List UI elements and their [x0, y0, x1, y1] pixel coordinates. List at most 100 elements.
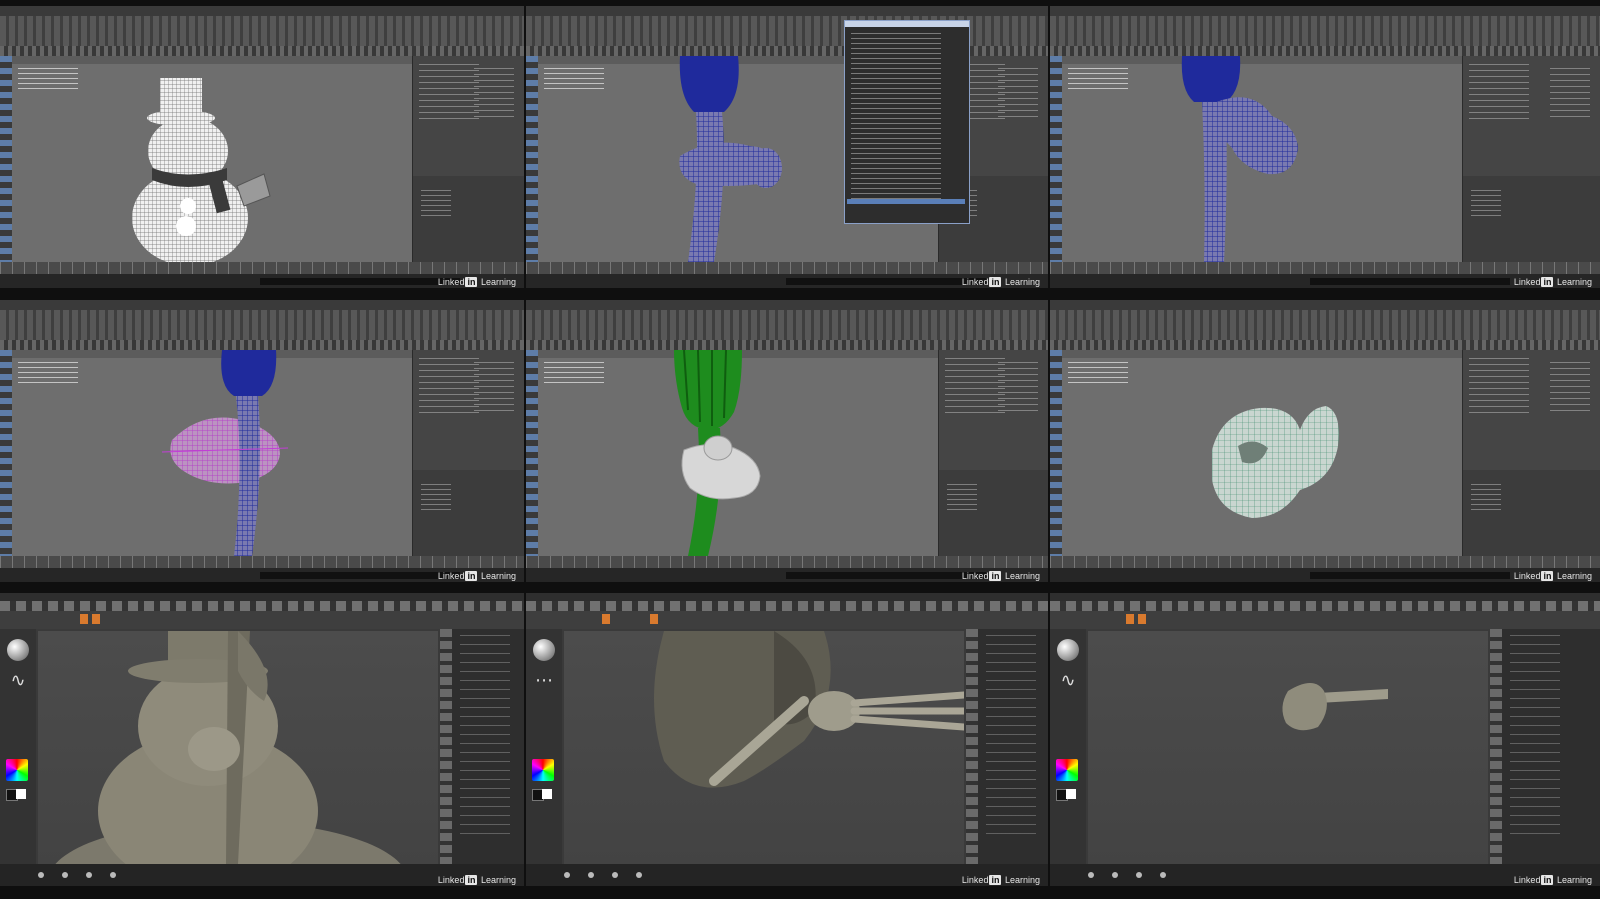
time-slider[interactable] [1050, 556, 1600, 568]
status-line[interactable] [1050, 340, 1600, 350]
menu-bar[interactable] [0, 300, 524, 310]
menu-bar[interactable] [1050, 6, 1600, 16]
brush-icon[interactable] [1057, 639, 1079, 661]
shelf[interactable] [0, 16, 524, 46]
brush-icon[interactable] [7, 639, 29, 661]
time-slider[interactable] [526, 556, 1048, 568]
left-shelf[interactable]: ∿ [0, 629, 36, 872]
toolbox[interactable] [0, 56, 12, 262]
color-picker[interactable] [6, 759, 28, 781]
edit-mode-icon[interactable] [650, 614, 658, 624]
document-canvas[interactable] [38, 631, 438, 864]
color-picker[interactable] [532, 759, 554, 781]
menu-bar[interactable] [1050, 601, 1600, 611]
document-canvas[interactable] [564, 631, 964, 864]
edit-mode-icon[interactable] [92, 614, 100, 624]
document-canvas[interactable] [1088, 631, 1488, 864]
time-slider[interactable] [0, 262, 524, 274]
primary-color[interactable] [1066, 789, 1076, 799]
time-slider[interactable] [1050, 262, 1600, 274]
channel-box[interactable] [1462, 350, 1600, 470]
top-shelf[interactable] [0, 611, 524, 629]
snowman-sculpt [55, 631, 401, 864]
right-shelf[interactable] [1490, 629, 1502, 872]
stroke-icon[interactable]: ∿ [1058, 671, 1078, 691]
menu-bar[interactable] [0, 601, 524, 611]
maya-panel-4: Linked in Learning [0, 300, 524, 582]
video-grid: Linked in Learning Linked in Learning Li… [0, 0, 1600, 899]
viewport[interactable] [12, 350, 412, 556]
shelf[interactable] [526, 310, 1048, 340]
primary-color[interactable] [16, 789, 26, 799]
left-shelf[interactable]: ⋯ [526, 629, 562, 872]
menu-bar[interactable] [526, 601, 1048, 611]
viewport[interactable] [12, 56, 412, 262]
tool-palette[interactable] [452, 629, 524, 872]
maya-panel-1: Linked in Learning [0, 6, 524, 288]
linkedin-learning-watermark: Linked in Learning [961, 277, 1040, 287]
linkedin-learning-watermark: Linked in Learning [1513, 277, 1592, 287]
viewport[interactable] [1062, 56, 1462, 262]
menu-bar[interactable] [526, 6, 1048, 16]
toolbox[interactable] [526, 56, 538, 262]
outliner-panel[interactable] [1462, 176, 1600, 262]
channel-box[interactable] [412, 350, 524, 470]
channel-box[interactable] [938, 350, 1048, 470]
broom-mitten-wireframe [1181, 56, 1298, 262]
menu-bar[interactable] [0, 6, 524, 16]
toolbox[interactable] [1050, 56, 1062, 262]
menu-bar[interactable] [1050, 300, 1600, 310]
maya-panel-6: Linked in Learning [1050, 300, 1600, 582]
outliner-panel[interactable] [1462, 470, 1600, 556]
stroke-icon[interactable]: ⋯ [534, 671, 554, 691]
viewport[interactable] [538, 350, 938, 556]
maya-panel-5: Linked in Learning [526, 300, 1048, 582]
right-shelf[interactable] [966, 629, 978, 872]
left-shelf[interactable]: ∿ [1050, 629, 1086, 872]
title-bar [1050, 593, 1600, 601]
mitten-handle-sculpt [1282, 683, 1388, 731]
status-line[interactable] [0, 46, 524, 56]
shaded-mitten-mesh [1212, 406, 1339, 518]
title-bar [526, 593, 1048, 601]
zbrush-panel-1: ∿ Linked in Learning [0, 593, 524, 886]
toolbox[interactable] [526, 350, 538, 556]
color-picker[interactable] [1056, 759, 1078, 781]
tool-palette[interactable] [1502, 629, 1600, 872]
linkedin-learning-watermark: Linked in Learning [437, 571, 516, 581]
outliner-panel[interactable] [412, 176, 524, 262]
shelf[interactable] [0, 310, 524, 340]
toolbox[interactable] [0, 350, 12, 556]
top-shelf[interactable] [526, 611, 1048, 629]
channel-box[interactable] [1462, 56, 1600, 176]
viewport[interactable] [1062, 350, 1462, 556]
stroke-icon[interactable]: ∿ [8, 671, 28, 691]
tool-palette[interactable] [978, 629, 1048, 872]
toolbox[interactable] [1050, 350, 1062, 556]
shelf[interactable] [1050, 310, 1600, 340]
status-line[interactable] [1050, 46, 1600, 56]
status-line[interactable] [0, 340, 524, 350]
zbrush-panel-2: ⋯ Linked in Learning [526, 593, 1048, 886]
draw-mode-icon[interactable] [602, 614, 610, 624]
outliner-panel[interactable] [412, 470, 524, 556]
zbrush-panel-3: ∿ Linked in Learning [1050, 593, 1600, 886]
mitten-broom-closeup [654, 631, 964, 788]
time-slider[interactable] [526, 262, 1048, 274]
draw-mode-icon[interactable] [80, 614, 88, 624]
outliner-window[interactable] [844, 20, 970, 224]
shelf[interactable] [1050, 16, 1600, 46]
right-shelf[interactable] [440, 629, 452, 872]
top-shelf[interactable] [1050, 611, 1600, 629]
primary-color[interactable] [542, 789, 552, 799]
snowman-wireframe [132, 78, 271, 262]
time-slider[interactable] [0, 556, 524, 568]
outliner-panel[interactable] [938, 470, 1048, 556]
brush-icon[interactable] [533, 639, 555, 661]
channel-box[interactable] [412, 56, 524, 176]
status-line[interactable] [526, 340, 1048, 350]
menu-bar[interactable] [526, 300, 1048, 310]
draw-mode-icon[interactable] [1126, 614, 1134, 624]
linkedin-learning-watermark: Linked in Learning [961, 571, 1040, 581]
edit-mode-icon[interactable] [1138, 614, 1146, 624]
